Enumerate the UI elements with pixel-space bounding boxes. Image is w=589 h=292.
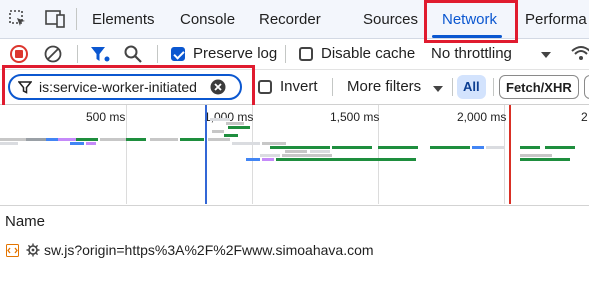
device-toolbar-icon[interactable] xyxy=(44,9,66,34)
overview-bar xyxy=(378,146,418,149)
script-file-icon xyxy=(6,244,19,262)
preserve-log-checkbox[interactable] xyxy=(171,47,185,61)
overview-bar xyxy=(472,146,484,149)
overview-bar xyxy=(46,138,58,141)
toolbar-divider xyxy=(493,78,494,96)
table-row[interactable]: sw.js?origin=https%3A%2F%2Fwww.simoahava… xyxy=(0,238,589,264)
overview-bar xyxy=(276,158,336,161)
overview-bar xyxy=(262,142,286,145)
type-filter-fetch-xhr[interactable]: Fetch/XHR xyxy=(499,75,579,99)
service-worker-gear-icon xyxy=(26,243,40,262)
overview-bar xyxy=(270,146,330,149)
timeline-tick-label: 2,000 ms xyxy=(457,110,507,124)
overview-bar xyxy=(246,158,260,161)
network-tab-highlight xyxy=(424,0,518,43)
overview-bar xyxy=(520,154,552,157)
toolbar-divider xyxy=(285,45,286,63)
load-event-marker xyxy=(509,105,511,204)
tab-divider xyxy=(76,8,77,30)
timeline-tick-label: 2 xyxy=(581,110,588,124)
overview-bar xyxy=(86,142,96,145)
filter-input-highlight xyxy=(2,65,255,110)
overview-bar xyxy=(76,138,98,141)
overview-bar xyxy=(285,150,307,153)
overview-bar xyxy=(100,138,126,141)
disable-cache-label: Disable cache xyxy=(321,45,416,62)
overview-bar xyxy=(545,146,575,149)
invert-checkbox[interactable] xyxy=(258,80,272,94)
network-conditions-wifi-icon[interactable] xyxy=(570,43,589,68)
more-filters-dropdown[interactable]: More filters xyxy=(347,78,421,95)
overview-bar xyxy=(282,154,332,157)
overview-bar xyxy=(520,158,570,161)
chevron-down-icon[interactable] xyxy=(432,82,444,100)
overview-bar xyxy=(228,126,250,129)
overview-bar xyxy=(232,142,260,145)
overview-bar xyxy=(210,118,230,121)
overview-bar xyxy=(310,150,330,153)
inspect-element-icon[interactable] xyxy=(8,9,28,34)
tab-recorder[interactable]: Recorder xyxy=(259,0,321,38)
overview-bar xyxy=(336,158,416,161)
throttling-select[interactable]: No throttling xyxy=(431,45,512,62)
overview-bar xyxy=(212,130,224,133)
toolbar-divider xyxy=(77,45,78,63)
dom-content-loaded-marker xyxy=(205,105,207,204)
invert-label: Invert xyxy=(280,78,318,95)
overview-bar xyxy=(260,154,280,157)
overview-bar xyxy=(70,142,84,145)
preserve-log-label: Preserve log xyxy=(193,45,278,62)
tab-performance[interactable]: Performa xyxy=(525,0,587,38)
overview-bar xyxy=(520,146,540,149)
overview-bar xyxy=(126,138,146,141)
overview-bar xyxy=(208,138,230,141)
toolbar-divider xyxy=(157,45,158,63)
tab-sources[interactable]: Sources xyxy=(363,0,418,38)
overview-bar xyxy=(58,138,76,141)
timeline-gridline xyxy=(126,105,127,204)
overview-bar xyxy=(180,138,204,141)
overview-bar xyxy=(430,146,470,149)
overview-bar xyxy=(0,138,26,141)
timeline-tick-label: 1,500 ms xyxy=(330,110,380,124)
overview-bar xyxy=(150,138,178,141)
column-header-name[interactable]: Name xyxy=(5,213,45,230)
toolbar-divider xyxy=(332,78,333,96)
tab-console[interactable]: Console xyxy=(180,0,235,38)
table-header: Name xyxy=(0,205,589,239)
overview-bar xyxy=(262,158,274,161)
toolbar-divider xyxy=(452,78,453,96)
overview-bar xyxy=(486,146,504,149)
timeline-tick-label: 500 ms xyxy=(86,110,126,124)
overview-bar xyxy=(332,146,372,149)
overview-bar xyxy=(226,122,244,125)
request-name[interactable]: sw.js?origin=https%3A%2F%2Fwww.simoahava… xyxy=(44,242,374,258)
tab-elements[interactable]: Elements xyxy=(92,0,155,38)
type-filter-all[interactable]: All xyxy=(457,75,486,99)
chevron-down-icon[interactable] xyxy=(540,48,552,66)
overview-bar xyxy=(26,138,46,141)
type-filter-next[interactable] xyxy=(584,75,589,99)
overview-bar xyxy=(0,142,18,145)
disable-cache-checkbox[interactable] xyxy=(299,47,313,61)
overview-bar xyxy=(224,134,238,137)
